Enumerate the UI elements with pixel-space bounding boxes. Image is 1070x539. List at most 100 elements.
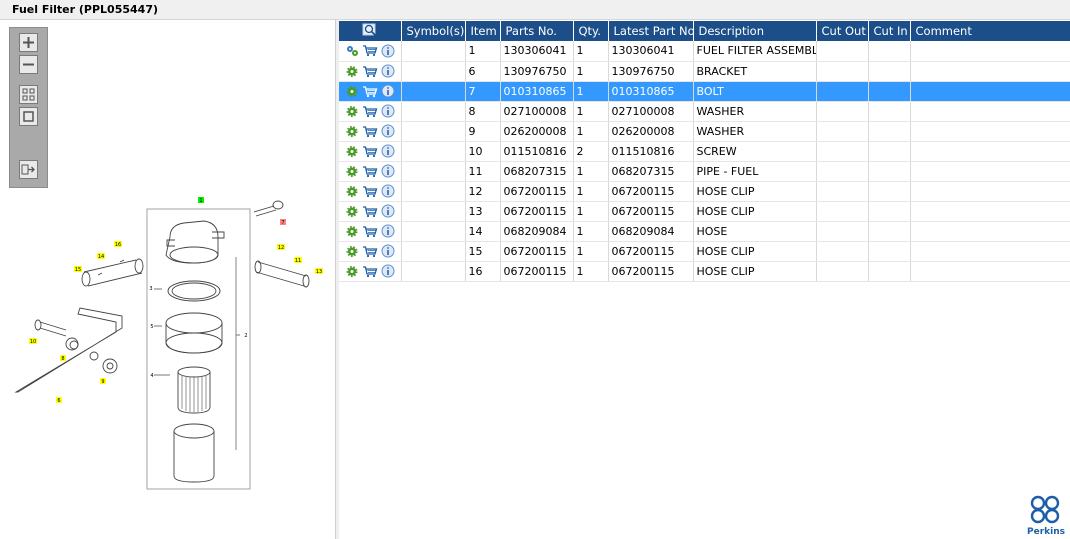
latest-part-no-cell: 067200115 bbox=[608, 261, 694, 282]
gear-icon[interactable] bbox=[345, 225, 359, 238]
cart-icon[interactable] bbox=[362, 165, 378, 178]
table-row[interactable]: 1 130306041 1 130306041 FUEL FILTER ASSEMBLY bbox=[339, 41, 1070, 62]
info-icon[interactable] bbox=[381, 124, 395, 138]
item-cell: 7 bbox=[465, 81, 501, 102]
table-row[interactable]: 11 068207315 1 068207315 PIPE - FUEL bbox=[339, 161, 1070, 182]
info-icon[interactable] bbox=[381, 84, 395, 98]
callout-6: 6 bbox=[57, 398, 60, 404]
row-actions-cell bbox=[339, 121, 402, 142]
qty-cell: 1 bbox=[573, 221, 609, 242]
cart-icon[interactable] bbox=[362, 245, 378, 258]
info-icon[interactable] bbox=[381, 264, 395, 278]
gear-icon[interactable] bbox=[345, 85, 359, 98]
fit-all-button[interactable] bbox=[19, 85, 38, 104]
gear-icon[interactable] bbox=[345, 125, 359, 138]
cart-icon[interactable] bbox=[362, 265, 378, 278]
cut-out-cell bbox=[816, 121, 869, 142]
info-icon[interactable] bbox=[381, 44, 395, 58]
info-icon[interactable] bbox=[381, 204, 395, 218]
table-row[interactable]: 12 067200115 1 067200115 HOSE CLIP bbox=[339, 181, 1070, 202]
row-actions-cell bbox=[339, 81, 402, 102]
cart-icon[interactable] bbox=[362, 65, 378, 78]
parts-diagram[interactable]: 1 7 2 3 4 5 6 8 9 10 11 12 13 14 15 16 bbox=[0, 190, 336, 500]
row-actions-cell bbox=[339, 41, 402, 62]
table-row[interactable]: 13 067200115 1 067200115 HOSE CLIP bbox=[339, 201, 1070, 222]
item-cell: 8 bbox=[465, 101, 501, 122]
info-icon[interactable] bbox=[381, 144, 395, 158]
diagram-toolbar bbox=[9, 27, 48, 188]
comment-cell bbox=[910, 261, 1070, 282]
gear-icon[interactable] bbox=[345, 145, 359, 158]
column-header-description[interactable]: Description bbox=[693, 21, 817, 41]
gear-icon[interactable] bbox=[345, 105, 359, 118]
cut-out-cell bbox=[816, 161, 869, 182]
cart-icon[interactable] bbox=[362, 125, 378, 138]
gear-icon[interactable] bbox=[345, 165, 359, 178]
cart-icon[interactable] bbox=[362, 185, 378, 198]
gear-icon[interactable] bbox=[345, 65, 359, 78]
fit-window-button[interactable] bbox=[19, 107, 38, 126]
info-icon[interactable] bbox=[381, 164, 395, 178]
callout-9: 9 bbox=[101, 379, 104, 385]
table-row[interactable]: 14 068209084 1 068209084 HOSE bbox=[339, 221, 1070, 242]
gear-icon[interactable] bbox=[345, 205, 359, 218]
gear-icon[interactable] bbox=[345, 245, 359, 258]
table-row[interactable]: 6 130976750 1 130976750 BRACKET bbox=[339, 61, 1070, 82]
cart-icon[interactable] bbox=[362, 105, 378, 118]
export-button[interactable] bbox=[19, 160, 38, 179]
export-icon bbox=[21, 164, 35, 175]
assembly-gear-icon[interactable] bbox=[345, 44, 359, 57]
table-row[interactable]: 8 027100008 1 027100008 WASHER bbox=[339, 101, 1070, 122]
table-row[interactable]: 15 067200115 1 067200115 HOSE CLIP bbox=[339, 241, 1070, 262]
callout-16: 16 bbox=[115, 242, 121, 248]
gear-icon[interactable] bbox=[345, 265, 359, 278]
cut-in-cell bbox=[868, 261, 911, 282]
parts-grid: Symbol(s) Item Parts No. Qty. Latest Par… bbox=[339, 21, 1070, 282]
info-icon[interactable] bbox=[381, 244, 395, 258]
part-no-cell: 130306041 bbox=[500, 41, 574, 62]
column-header-part-no[interactable]: Parts No. bbox=[500, 21, 574, 41]
zoom-out-button[interactable] bbox=[19, 55, 38, 74]
qty-cell: 1 bbox=[573, 261, 609, 282]
column-header-actions[interactable] bbox=[339, 21, 402, 41]
column-header-cut-in[interactable]: Cut In bbox=[868, 21, 911, 41]
zoom-in-icon bbox=[23, 37, 34, 48]
cart-icon[interactable] bbox=[362, 145, 378, 158]
table-row[interactable]: 9 026200008 1 026200008 WASHER bbox=[339, 121, 1070, 142]
part-no-cell: 068209084 bbox=[500, 221, 574, 242]
latest-part-no-cell: 130976750 bbox=[608, 61, 694, 82]
gear-icon[interactable] bbox=[345, 185, 359, 198]
cart-icon[interactable] bbox=[362, 44, 378, 57]
cut-in-cell bbox=[868, 121, 911, 142]
comment-cell bbox=[910, 81, 1070, 102]
info-icon[interactable] bbox=[381, 104, 395, 118]
column-header-symbols[interactable]: Symbol(s) bbox=[401, 21, 466, 41]
description-cell: FUEL FILTER ASSEMBLY bbox=[693, 41, 817, 62]
cart-icon[interactable] bbox=[362, 205, 378, 218]
comment-cell bbox=[910, 61, 1070, 82]
cart-icon[interactable] bbox=[362, 85, 378, 98]
column-header-qty[interactable]: Qty. bbox=[573, 21, 609, 41]
column-header-cut-out[interactable]: Cut Out bbox=[816, 21, 869, 41]
cut-in-cell bbox=[868, 241, 911, 262]
column-header-latest-part-no[interactable]: Latest Part No. bbox=[608, 21, 694, 41]
zoom-in-button[interactable] bbox=[19, 33, 38, 52]
info-icon[interactable] bbox=[381, 184, 395, 198]
column-header-comment[interactable]: Comment bbox=[910, 21, 1070, 41]
table-row[interactable]: 16 067200115 1 067200115 HOSE CLIP bbox=[339, 261, 1070, 282]
column-header-item[interactable]: Item bbox=[465, 21, 501, 41]
info-icon[interactable] bbox=[381, 64, 395, 78]
latest-part-no-cell: 130306041 bbox=[608, 41, 694, 62]
callout-3: 3 bbox=[149, 286, 152, 292]
cart-icon[interactable] bbox=[362, 225, 378, 238]
table-row[interactable]: 10 011510816 2 011510816 SCREW bbox=[339, 141, 1070, 162]
part-no-cell: 027100008 bbox=[500, 101, 574, 122]
table-row[interactable]: 7 010310865 1 010310865 BOLT bbox=[339, 81, 1070, 102]
cut-in-cell bbox=[868, 41, 911, 62]
latest-part-no-cell: 067200115 bbox=[608, 181, 694, 202]
info-icon[interactable] bbox=[381, 224, 395, 238]
symbols-cell bbox=[401, 261, 466, 282]
callout-8: 8 bbox=[61, 356, 64, 362]
symbols-cell bbox=[401, 41, 466, 62]
symbols-cell bbox=[401, 121, 466, 142]
